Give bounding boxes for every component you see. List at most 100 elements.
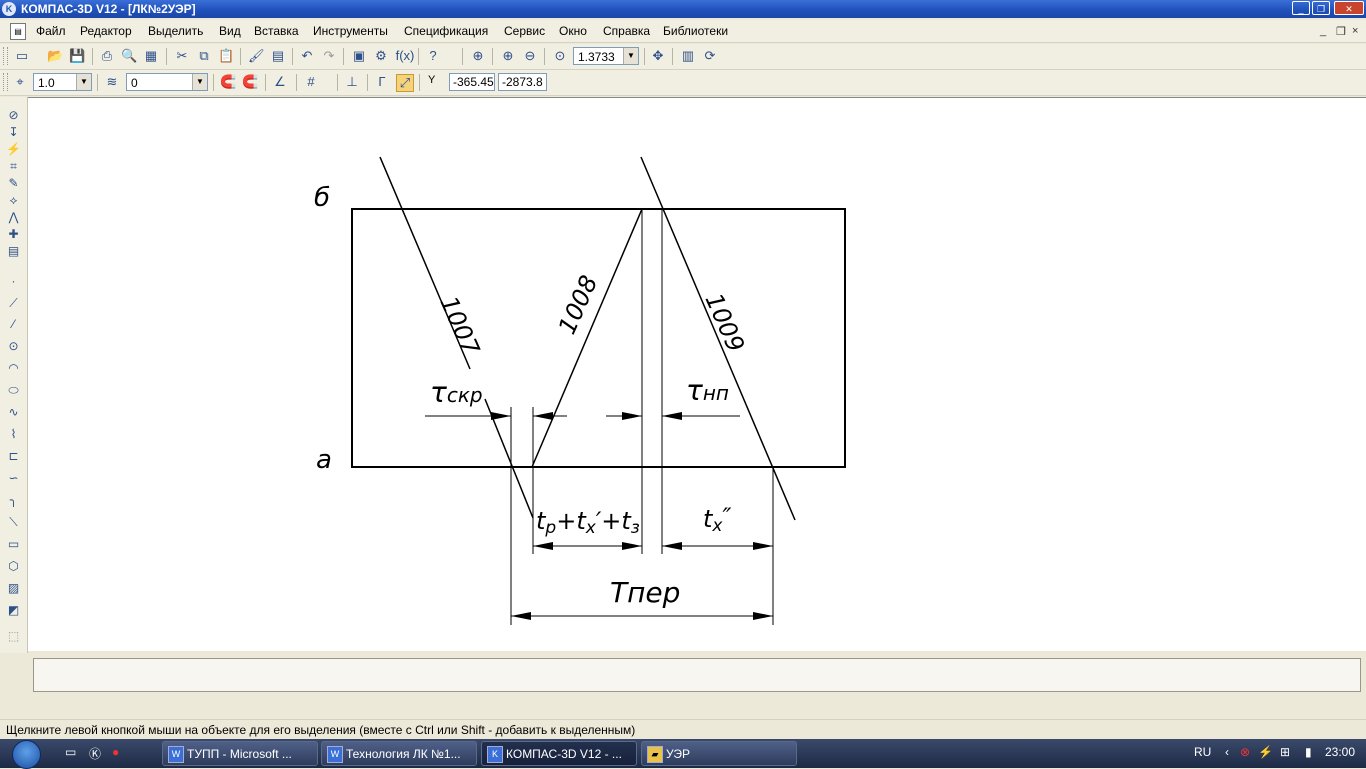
- menu-file[interactable]: Файл: [36, 24, 66, 38]
- editing-panel-icon[interactable]: ⌗: [5, 158, 22, 175]
- polyline-icon[interactable]: ⌇: [5, 426, 22, 443]
- parametrization-panel-icon[interactable]: ✎: [5, 175, 22, 192]
- menu-libraries[interactable]: Библиотеки: [663, 24, 728, 38]
- parametric-mode-icon[interactable]: ⤢: [396, 74, 414, 92]
- chamfer-icon[interactable]: ⟍: [5, 514, 22, 531]
- save-icon[interactable]: 💾: [69, 48, 85, 64]
- manager-icon[interactable]: ▣: [351, 48, 367, 64]
- pan-icon[interactable]: ✥: [650, 48, 666, 64]
- grid-icon[interactable]: #: [303, 74, 319, 90]
- properties-icon[interactable]: ▤: [270, 48, 286, 64]
- menu-service[interactable]: Сервис: [504, 24, 545, 38]
- mdi-minimize-icon[interactable]: _: [1320, 25, 1326, 37]
- start-button[interactable]: [4, 739, 52, 769]
- toolbar-grip[interactable]: [3, 73, 8, 91]
- opera-icon[interactable]: ●: [112, 745, 119, 759]
- flash-icon[interactable]: ⚡: [1258, 745, 1273, 759]
- fill-icon[interactable]: ◩: [5, 602, 22, 619]
- zoom-out-icon[interactable]: ⊖: [522, 48, 538, 64]
- chevron-down-icon[interactable]: ▼: [192, 74, 207, 90]
- open-icon[interactable]: 📂: [47, 48, 63, 64]
- drawing-canvas[interactable]: б а 1007 1008 1009 τскр τнп tр+tx′+tз tx…: [28, 97, 1366, 651]
- toolbar-grip[interactable]: [3, 47, 8, 65]
- rectangle-icon[interactable]: ▭: [5, 536, 22, 553]
- variables-icon[interactable]: f(x): [395, 48, 415, 64]
- paste-icon[interactable]: 📋: [218, 48, 234, 64]
- library-manager-icon[interactable]: ⚙: [373, 48, 389, 64]
- layers-icon[interactable]: ≋: [104, 74, 120, 90]
- geometry-panel-icon[interactable]: ⊘: [5, 107, 22, 124]
- layer-combo[interactable]: 0 ▼: [126, 73, 208, 91]
- properties-panel-field[interactable]: [33, 658, 1361, 692]
- ortho-icon[interactable]: ∠: [272, 74, 288, 90]
- menu-help[interactable]: Справка: [603, 24, 650, 38]
- task-kompas[interactable]: K КОМПАС-3D V12 - ...: [481, 741, 637, 766]
- measure-panel-icon[interactable]: ⟡: [5, 192, 22, 209]
- associative-views-icon[interactable]: ✚: [5, 226, 22, 243]
- arc-icon[interactable]: ◠: [5, 360, 22, 377]
- network-icon[interactable]: ⊞: [1280, 745, 1290, 759]
- menu-insert[interactable]: Вставка: [254, 24, 299, 38]
- task-uer[interactable]: ▰ УЭР: [641, 741, 797, 766]
- refresh-view-icon[interactable]: ▥: [680, 48, 696, 64]
- chevron-down-icon[interactable]: ▼: [623, 48, 638, 64]
- cut-icon[interactable]: ✂: [174, 48, 190, 64]
- hatch-icon[interactable]: ▨: [5, 580, 22, 597]
- circle-icon[interactable]: ⊙: [5, 338, 22, 355]
- global-snap-icon[interactable]: 🧲: [242, 74, 258, 90]
- mdi-close-icon[interactable]: ×: [1352, 25, 1358, 37]
- segment-icon[interactable]: ⁄: [5, 316, 22, 333]
- local-snap-icon[interactable]: 🧲: [220, 74, 236, 90]
- point-icon[interactable]: ·: [5, 273, 22, 290]
- zoom-window-icon[interactable]: ⊕: [470, 48, 486, 64]
- orthogonal-mode-icon[interactable]: Γ: [374, 74, 390, 90]
- minimize-icon[interactable]: _: [1292, 1, 1310, 15]
- language-indicator[interactable]: RU: [1194, 745, 1211, 759]
- new-document-icon[interactable]: ▭: [14, 48, 30, 64]
- print-icon[interactable]: ⎙: [99, 48, 115, 64]
- selection-panel-icon[interactable]: ⋀: [5, 209, 22, 226]
- coord-x-field[interactable]: -365.45: [449, 73, 495, 91]
- menu-tools[interactable]: Инструменты: [313, 24, 388, 38]
- maximize-icon[interactable]: ❐: [1312, 1, 1330, 15]
- ellipse-icon[interactable]: ⬭: [5, 382, 22, 399]
- help-pointer-icon[interactable]: ?: [425, 48, 441, 64]
- bezier-icon[interactable]: ∽: [5, 470, 22, 487]
- zoom-scale-icon[interactable]: ⊙: [552, 48, 568, 64]
- kompas-quicklaunch-icon[interactable]: Ⓚ: [89, 745, 101, 762]
- menu-window[interactable]: Окно: [559, 24, 587, 38]
- style-combo[interactable]: 1.0 ▼: [33, 73, 92, 91]
- chevron-down-icon[interactable]: ▼: [76, 74, 91, 90]
- spline-icon[interactable]: ∿: [5, 404, 22, 421]
- fillet-icon[interactable]: ╮: [5, 492, 22, 509]
- redraw-icon[interactable]: ⟳: [702, 48, 718, 64]
- format-brush-icon[interactable]: 🖌: [248, 48, 265, 64]
- coord-y-field[interactable]: -2873.8: [498, 73, 547, 91]
- clock[interactable]: 23:00: [1325, 745, 1355, 759]
- chain-icon[interactable]: ⊏: [5, 448, 22, 465]
- mdi-restore-icon[interactable]: ❐: [1336, 25, 1346, 38]
- task-tech-lk[interactable]: W Технология ЛК №1...: [321, 741, 477, 766]
- dimensions-panel-icon[interactable]: ↧: [5, 124, 22, 141]
- redo-icon[interactable]: ↷: [321, 48, 337, 64]
- zoom-in-icon[interactable]: ⊕: [500, 48, 516, 64]
- close-icon[interactable]: ✕: [1334, 1, 1364, 15]
- chevron-left-icon[interactable]: ‹: [1225, 745, 1229, 759]
- designations-panel-icon[interactable]: ⚡: [5, 141, 22, 158]
- undo-icon[interactable]: ↶: [299, 48, 315, 64]
- menu-select[interactable]: Выделить: [148, 24, 203, 38]
- menu-editor[interactable]: Редактор: [80, 24, 132, 38]
- preview-pages-icon[interactable]: ▦: [143, 48, 159, 64]
- zoom-combo[interactable]: 1.3733 ▼: [573, 47, 639, 65]
- menu-specification[interactable]: Спецификация: [404, 24, 488, 38]
- document-icon[interactable]: ▤: [10, 23, 26, 40]
- local-cs-icon[interactable]: ⊥: [344, 74, 360, 90]
- antivirus-icon[interactable]: ⊗: [1240, 745, 1250, 759]
- copy-icon[interactable]: ⧉: [196, 48, 212, 64]
- snap-step-icon[interactable]: ⌖: [12, 74, 28, 90]
- battery-icon[interactable]: ▮: [1305, 745, 1312, 759]
- spec-panel-icon[interactable]: ▤: [5, 243, 22, 260]
- print-preview-icon[interactable]: 🔍: [121, 48, 137, 64]
- collect-contour-icon[interactable]: ⬚: [5, 628, 22, 645]
- task-tupp[interactable]: W ТУПП - Microsoft ...: [162, 741, 318, 766]
